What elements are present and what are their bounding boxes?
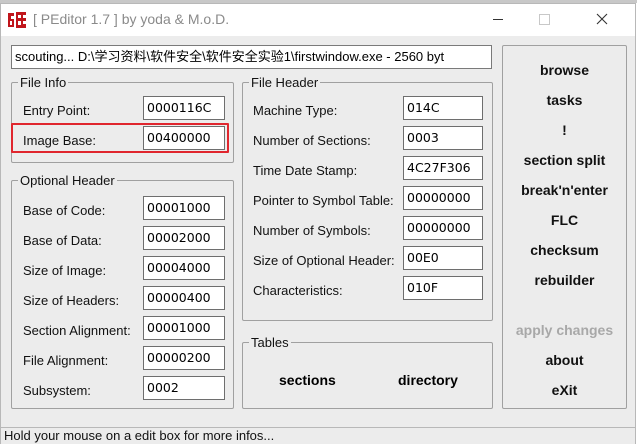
characteristics-field[interactable]: 010F <box>403 276 483 300</box>
time-date-stamp-label: Time Date Stamp: <box>253 163 358 178</box>
pointer-to-symbol-table-label: Pointer to Symbol Table: <box>253 193 394 208</box>
peditor-logo-icon <box>7 11 27 29</box>
time-date-stamp-field[interactable]: 4C27F306 <box>403 156 483 180</box>
browse-button[interactable]: browse <box>503 62 626 78</box>
maximize-icon[interactable] <box>521 4 567 36</box>
characteristics-label: Characteristics: <box>253 283 343 298</box>
title-bar[interactable]: [ PEditor 1.7 ] by yoda & M.o.D. <box>1 4 635 36</box>
base-of-data-field[interactable]: 00002000 <box>143 226 225 250</box>
size-of-image-field[interactable]: 00004000 <box>143 256 225 280</box>
base-of-code-label: Base of Code: <box>23 203 106 218</box>
action-panel: browse tasks ! section split break'n'ent… <box>502 45 627 409</box>
entry-point-field[interactable]: 0000116C <box>143 96 225 120</box>
number-of-symbols-field[interactable]: 00000000 <box>403 216 483 240</box>
file-path-field[interactable]: scouting... D:\学习资料\软件安全\软件安全实验1\firstwi… <box>11 45 492 69</box>
number-of-sections-field[interactable]: 0003 <box>403 126 483 150</box>
window-title: [ PEditor 1.7 ] by yoda & M.o.D. <box>33 11 230 27</box>
tasks-button[interactable]: tasks <box>503 92 626 108</box>
apply-changes-button[interactable]: apply changes <box>503 322 626 338</box>
number-of-sections-label: Number of Sections: <box>253 133 371 148</box>
tables-legend: Tables <box>251 335 289 350</box>
sections-button[interactable]: sections <box>279 372 336 388</box>
break-n-enter-button[interactable]: break'n'enter <box>503 182 626 198</box>
exclamation-button[interactable]: ! <box>503 122 626 138</box>
file-header-legend: File Header <box>251 75 319 90</box>
rebuilder-button[interactable]: rebuilder <box>503 272 626 288</box>
file-alignment-field[interactable]: 00000200 <box>143 346 225 370</box>
size-of-optional-header-label: Size of Optional Header: <box>253 253 395 268</box>
size-of-headers-label: Size of Headers: <box>23 293 120 308</box>
size-of-headers-field[interactable]: 00000400 <box>143 286 225 310</box>
size-of-image-label: Size of Image: <box>23 263 107 278</box>
about-button[interactable]: about <box>503 352 626 368</box>
section-split-button[interactable]: section split <box>503 152 626 168</box>
optional-header-legend: Optional Header <box>20 173 115 188</box>
base-of-code-field[interactable]: 00001000 <box>143 196 225 220</box>
entry-point-label: Entry Point: <box>23 103 91 118</box>
minimize-icon[interactable] <box>475 4 521 36</box>
machine-type-field[interactable]: 014C <box>403 96 483 120</box>
file-info-legend: File Info <box>20 75 67 90</box>
image-base-highlight <box>11 123 229 153</box>
exit-button[interactable]: eXit <box>503 382 626 398</box>
peditor-window: [ PEditor 1.7 ] by yoda & M.o.D. scoutin… <box>0 3 636 444</box>
machine-type-label: Machine Type: <box>253 103 338 118</box>
status-bar: Hold your mouse on a edit box for more i… <box>1 427 635 444</box>
file-alignment-label: File Alignment: <box>23 353 109 368</box>
subsystem-field[interactable]: 0002 <box>143 376 225 400</box>
checksum-button[interactable]: checksum <box>503 242 626 258</box>
close-icon[interactable] <box>579 4 625 36</box>
pointer-to-symbol-table-field[interactable]: 00000000 <box>403 186 483 210</box>
base-of-data-label: Base of Data: <box>23 233 102 248</box>
size-of-optional-header-field[interactable]: 00E0 <box>403 246 483 270</box>
flc-button[interactable]: FLC <box>503 212 626 228</box>
section-alignment-label: Section Alignment: <box>23 323 131 338</box>
number-of-symbols-label: Number of Symbols: <box>253 223 371 238</box>
section-alignment-field[interactable]: 00001000 <box>143 316 225 340</box>
directory-button[interactable]: directory <box>398 372 458 388</box>
subsystem-label: Subsystem: <box>23 383 91 398</box>
